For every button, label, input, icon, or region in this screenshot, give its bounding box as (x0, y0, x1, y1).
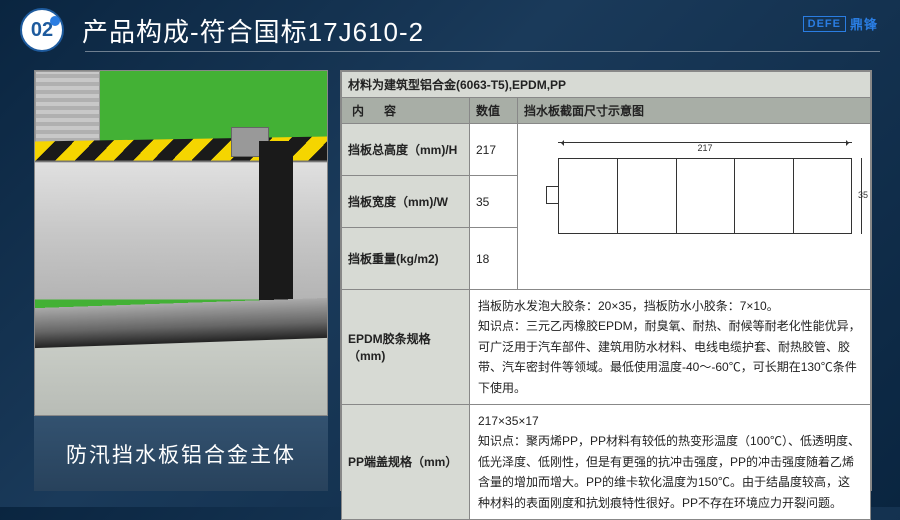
pp-line1: 217×35×17 (478, 411, 862, 431)
col-value: 数值 (470, 98, 518, 124)
material-row: 材料为建筑型铝合金(6063-T5),EPDM,PP (342, 72, 871, 98)
cross-section-diagram: 217 35 (524, 130, 864, 283)
header-underline (85, 51, 880, 52)
epdm-row: EPDM胶条规格（mm) 挡板防水发泡大胶条：20×35，挡板防水小胶条：7×1… (342, 290, 871, 405)
section-number: 02 (31, 19, 53, 42)
header-row: 内容 数值 挡水板截面尺寸示意图 (342, 98, 871, 124)
slide-title: 产品构成-符合国标17J610-2 (82, 12, 424, 49)
row-value: 217 (470, 124, 518, 176)
table-row: 挡板总高度（mm)/H 217 217 35 (342, 124, 871, 176)
dim-height-label: 35 (858, 190, 868, 200)
pp-row: PP端盖规格（mm） 217×35×17 知识点：聚丙烯PP，PP材料有较低的热… (342, 404, 871, 519)
pp-line2: 知识点：聚丙烯PP，PP材料有较低的热变形温度（100℃）、低透明度、低光泽度、… (478, 431, 862, 513)
epdm-label: EPDM胶条规格（mm) (342, 290, 470, 405)
diagram-cell: 217 35 (518, 124, 871, 290)
epdm-desc: 挡板防水发泡大胶条：20×35，挡板防水小胶条：7×10。 知识点：三元乙丙橡胶… (470, 290, 871, 405)
pp-label: PP端盖规格（mm） (342, 404, 470, 519)
section-badge: 02 (20, 8, 64, 52)
row-label: 挡板宽度（mm)/W (342, 176, 470, 228)
material-cell: 材料为建筑型铝合金(6063-T5),EPDM,PP (342, 72, 871, 98)
product-photo (34, 70, 328, 416)
logo-box: DEFE (803, 16, 846, 32)
pp-desc: 217×35×17 知识点：聚丙烯PP，PP材料有较低的热变形温度（100℃）、… (470, 404, 871, 519)
spec-table-container: 材料为建筑型铝合金(6063-T5),EPDM,PP 内容 数值 挡水板截面尺寸… (340, 70, 872, 491)
spec-table: 材料为建筑型铝合金(6063-T5),EPDM,PP 内容 数值 挡水板截面尺寸… (341, 71, 871, 520)
logo-text: 鼎锋 (850, 14, 878, 33)
row-value: 18 (470, 228, 518, 290)
row-label: 挡板总高度（mm)/H (342, 124, 470, 176)
col-diagram: 挡水板截面尺寸示意图 (518, 98, 871, 124)
slide-header: 02 产品构成-符合国标17J610-2 DEFE 鼎锋 (0, 0, 900, 60)
content-area: 防汛挡水板铝合金主体 材料为建筑型铝合金(6063-T5),EPDM,PP 内容… (0, 60, 900, 507)
row-label: 挡板重量(kg/m2) (342, 228, 470, 290)
brand-logo: DEFE 鼎锋 (803, 14, 878, 33)
col-content: 内容 (342, 98, 470, 124)
left-column: 防汛挡水板铝合金主体 (34, 70, 328, 491)
dim-width-label: 217 (695, 143, 714, 153)
epdm-line2: 知识点：三元乙丙橡胶EPDM，耐臭氧、耐热、耐候等耐老化性能优异，可广泛用于汽车… (478, 316, 862, 398)
epdm-line1: 挡板防水发泡大胶条：20×35，挡板防水小胶条：7×10。 (478, 296, 862, 316)
photo-caption: 防汛挡水板铝合金主体 (34, 416, 328, 491)
row-value: 35 (470, 176, 518, 228)
